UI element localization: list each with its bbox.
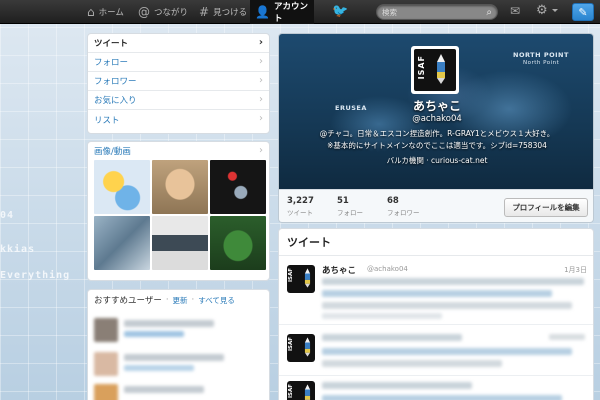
media-header[interactable]: 画像/動画 › — [88, 142, 269, 160]
tweet-text-blurred — [322, 395, 562, 400]
avatar[interactable]: ISAF — [287, 381, 315, 400]
profile-stats: 3,227 ツイート 51 フォロー 68 フォロワー プロフィールを編集 — [279, 189, 593, 222]
compose-tweet-button[interactable]: ✎ — [572, 3, 594, 21]
background-text: kkias — [0, 244, 36, 255]
chevron-right-icon: › — [259, 56, 263, 67]
tweet-text-blurred — [322, 360, 502, 367]
tweet-text-blurred — [322, 348, 572, 355]
chevron-right-icon: › — [258, 37, 263, 48]
media-thumbnail[interactable] — [152, 216, 208, 270]
twitter-bird-icon[interactable]: 🐦 — [332, 4, 348, 19]
home-icon: ⌂ — [87, 5, 95, 19]
tweet-text-blurred — [322, 382, 472, 389]
emblem-icon — [304, 384, 311, 400]
profile-handle: @achako04 — [412, 114, 462, 124]
person-icon: 👤 — [255, 5, 270, 19]
menu-item-lists[interactable]: リスト › — [88, 110, 269, 129]
tweet-author-handle[interactable]: @achako04 — [367, 265, 408, 273]
tweet-author-name[interactable]: あちゃこ — [322, 264, 356, 276]
search-box[interactable]: ⌕ — [376, 4, 498, 20]
nav-connect[interactable]: @ つながり — [133, 0, 193, 24]
tweet-item[interactable]: ISAF — [279, 326, 593, 376]
emblem-icon — [304, 268, 311, 288]
tweet-text-blurred — [549, 334, 585, 340]
menu-item-tweets[interactable]: ツイート › — [88, 34, 269, 53]
avatar[interactable]: ISAF — [287, 265, 315, 293]
media-thumbnail[interactable] — [94, 216, 150, 270]
emblem-icon — [437, 54, 445, 84]
avatar — [94, 318, 118, 342]
search-input[interactable] — [382, 7, 477, 17]
emblem-icon — [304, 337, 311, 357]
suggestions-panel: おすすめユーザー · 更新 · すべて見る — [87, 289, 270, 400]
isaf-emblem: ISAF — [414, 49, 456, 91]
profile-avatar[interactable]: ISAF — [411, 46, 459, 94]
media-thumbnail[interactable] — [152, 160, 208, 214]
avatar[interactable]: ISAF — [287, 334, 315, 362]
profile-nav-menu: ツイート › フォロー › フォロワー › お気に入り › リスト › — [87, 33, 270, 134]
media-thumbnails — [88, 160, 269, 270]
search-icon[interactable]: ⌕ — [486, 7, 492, 18]
suggested-user[interactable] — [92, 382, 267, 400]
suggested-user[interactable] — [92, 350, 267, 380]
nav-account[interactable]: 👤 アカウント — [250, 0, 314, 24]
tweet-text-blurred — [322, 313, 442, 319]
profile-location-url[interactable]: バルカ機関 · curious-cat.net — [279, 155, 593, 166]
profile-name: あちゃこ — [412, 99, 461, 113]
refresh-link[interactable]: 更新 — [173, 295, 188, 306]
stat-followers[interactable]: 68 フォロワー — [387, 196, 420, 217]
tweet-text-blurred — [322, 290, 552, 297]
nav-home[interactable]: ⌂ ホーム — [82, 0, 129, 24]
top-navigation-bar: ⌂ ホーム @ つながり # 見つける 👤 アカウント 🐦 ⌕ ✉ ⚙ ✎ — [0, 0, 600, 24]
background-text: 04 — [0, 210, 15, 221]
stat-tweets[interactable]: 3,227 ツイート — [287, 196, 314, 217]
at-icon: @ — [138, 5, 150, 19]
tweet-text-blurred — [322, 278, 584, 285]
chevron-right-icon: › — [259, 113, 263, 124]
tweets-header: ツイート — [279, 229, 593, 256]
tweets-panel: ツイート ISAF あちゃこ @achako04 1月3日 ISAF ISAF — [278, 228, 594, 400]
media-thumbnail[interactable] — [210, 160, 266, 214]
media-thumbnail[interactable] — [210, 216, 266, 270]
menu-item-favorites[interactable]: お気に入り › — [88, 91, 269, 110]
chevron-right-icon: › — [259, 75, 263, 86]
suggestions-header: おすすめユーザー · 更新 · すべて見る — [94, 295, 235, 306]
tweet-text-blurred — [322, 302, 572, 309]
edit-profile-button[interactable]: プロフィールを編集 — [504, 198, 588, 217]
nav-discover[interactable]: # 見つける — [194, 0, 252, 24]
hash-icon: # — [199, 5, 210, 19]
tweet-item[interactable]: ISAF あちゃこ @achako04 1月3日 — [279, 257, 593, 325]
stat-following[interactable]: 51 フォロー — [337, 196, 363, 217]
menu-item-followers[interactable]: フォロワー › — [88, 72, 269, 91]
profile-header-image: NORTH POINT North Point ERUSEA ISAF あちゃこ… — [279, 34, 593, 189]
tweet-text-blurred — [322, 334, 462, 341]
profile-card: NORTH POINT North Point ERUSEA ISAF あちゃこ… — [278, 33, 594, 223]
chevron-right-icon: › — [259, 94, 263, 105]
compose-icon: ✎ — [578, 5, 588, 19]
mail-icon[interactable]: ✉ — [510, 4, 520, 18]
media-thumbnail[interactable] — [94, 160, 150, 214]
menu-item-following[interactable]: フォロー › — [88, 53, 269, 72]
gear-icon[interactable]: ⚙ — [536, 3, 548, 18]
tweet-timestamp[interactable]: 1月3日 — [564, 265, 587, 275]
chevron-right-icon: › — [259, 145, 263, 156]
chevron-down-icon[interactable] — [552, 9, 558, 12]
media-panel: 画像/動画 › — [87, 141, 270, 281]
background-text: Everything — [0, 270, 71, 281]
avatar — [94, 384, 118, 400]
avatar — [94, 352, 118, 376]
suggested-user[interactable] — [92, 316, 267, 346]
profile-bio: @チャコ。日常＆エスコン捏造創作。R-GRAY1とメビウス１大好き。 ※基本的に… — [319, 129, 555, 150]
view-all-link[interactable]: すべて見る — [198, 295, 235, 306]
tweet-item[interactable]: ISAF — [279, 377, 593, 400]
